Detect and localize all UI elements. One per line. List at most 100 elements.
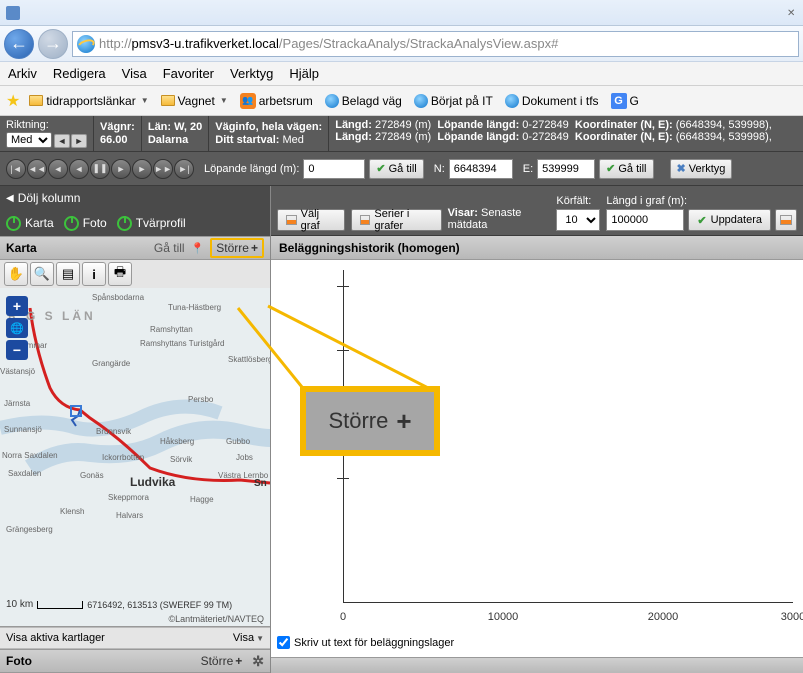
zoom-extent-button[interactable]: 🌐 <box>6 318 28 338</box>
map-view[interactable]: R G S LÄN Spånsbodarna Tuna-Hästberg Nyh… <box>0 288 270 627</box>
pause-button[interactable]: ❚❚ <box>90 159 110 179</box>
svg-text:Halvars: Halvars <box>116 511 143 520</box>
ga-till-lopande-button[interactable]: ✔Gå till <box>369 159 423 179</box>
foto-panel-header: Foto Större + ✲ <box>0 649 270 673</box>
window-icon <box>6 6 20 20</box>
print-tool-button[interactable]: 🖶 <box>108 262 132 286</box>
pan-tool-button[interactable]: ✋ <box>4 262 28 286</box>
info-tool-button[interactable]: i <box>82 262 106 286</box>
playback-bar: |◄ ◄◄ ◄ ◄ ❚❚ ► ► ►► ►| Löpande längd (m)… <box>0 152 803 186</box>
gear-icon[interactable]: ✲ <box>252 653 264 670</box>
chevron-down-icon: ▼ <box>220 96 228 105</box>
url-text: http://pmsv3-u.trafikverket.local/Pages/… <box>99 36 558 51</box>
toggle-foto[interactable]: Foto <box>64 216 107 231</box>
print-text-checkbox[interactable] <box>277 636 290 649</box>
rewind-button[interactable]: ◄ <box>48 159 68 179</box>
menu-redigera[interactable]: Redigera <box>53 66 106 81</box>
zoom-out-button[interactable]: − <box>6 340 28 360</box>
karta-storre-button[interactable]: Större + <box>210 238 264 258</box>
e-input[interactable] <box>537 159 595 179</box>
pin-icon[interactable]: 📍 <box>191 242 205 255</box>
vaginfo-label: Väginfo, hela vägen: <box>215 121 322 133</box>
riktning-select[interactable]: Med <box>6 132 52 148</box>
riktning-prev-button[interactable]: ◄ <box>54 134 70 148</box>
active-layers-row[interactable]: Visa aktiva kartlager Visa ▼ <box>0 627 270 649</box>
address-bar[interactable]: http://pmsv3-u.trafikverket.local/Pages/… <box>72 31 799 57</box>
play-button[interactable]: ► <box>111 159 131 179</box>
fav-dokument[interactable]: Dokument i tfs <box>502 92 602 110</box>
n-label: N: <box>434 163 445 175</box>
power-icon <box>6 216 21 231</box>
svg-text:Håksberg: Håksberg <box>160 437 194 446</box>
svg-text:Spånsbodarna: Spånsbodarna <box>92 293 145 302</box>
chevron-down-icon: ▼ <box>256 634 264 643</box>
chart-icon <box>286 215 297 225</box>
playback-controls: |◄ ◄◄ ◄ ◄ ❚❚ ► ► ►► ►| <box>6 159 194 179</box>
y-tick <box>337 350 349 351</box>
fav-google[interactable]: GG <box>608 91 642 111</box>
menu-hjalp[interactable]: Hjälp <box>289 66 319 81</box>
rewind-fast-button[interactable]: ◄◄ <box>27 159 47 179</box>
vagnr-label: Vägnr: <box>100 121 135 133</box>
forward-fast-button[interactable]: ►► <box>153 159 173 179</box>
fav-vagnet[interactable]: Vagnet▼ <box>158 92 231 110</box>
plus-icon: + <box>396 406 411 437</box>
svg-text:Saxdalen: Saxdalen <box>8 469 41 478</box>
menu-arkiv[interactable]: Arkiv <box>8 66 37 81</box>
korfalt-select[interactable]: 10 <box>556 209 600 231</box>
check-icon: ✔ <box>697 214 706 227</box>
skip-end-button[interactable]: ►| <box>174 159 194 179</box>
browser-tab-bar: ✕ <box>0 0 803 26</box>
tab-close-icon[interactable]: ✕ <box>787 8 797 18</box>
lopande-input[interactable] <box>303 159 365 179</box>
valj-graf-button[interactable]: Välj graf <box>277 209 345 231</box>
chart-area[interactable]: 0 10000 20000 3000 Skriv ut text för bel… <box>271 260 803 657</box>
tools-icon: ✖ <box>677 162 686 175</box>
skip-start-button[interactable]: |◄ <box>6 159 26 179</box>
svg-text:Ramshyttan: Ramshyttan <box>150 325 193 334</box>
app-info-bar: Riktning: Med ◄► Vägnr: 66.00 Län: W, 20… <box>0 116 803 152</box>
langd-graf-input[interactable] <box>606 209 684 231</box>
menu-verktyg[interactable]: Verktyg <box>230 66 273 81</box>
menu-visa[interactable]: Visa <box>122 66 147 81</box>
menu-favoriter[interactable]: Favoriter <box>163 66 214 81</box>
zoom-tool-button[interactable]: 🔍 <box>30 262 54 286</box>
svg-text:Västansjö: Västansjö <box>0 367 36 376</box>
vaginfo-cell: Väginfo, hela vägen: Ditt startval: Med <box>209 116 329 151</box>
forward-button[interactable]: → <box>38 29 68 59</box>
karta-gatill-button[interactable]: Gå till <box>154 241 185 255</box>
langd-graf-label: Längd i graf (m): <box>606 195 797 207</box>
riktning-next-button[interactable]: ► <box>71 134 87 148</box>
n-input[interactable] <box>449 159 513 179</box>
back-button[interactable]: ← <box>4 29 34 59</box>
x-tick-label: 3000 <box>781 611 803 623</box>
uppdatera-button[interactable]: ✔Uppdatera <box>688 209 771 231</box>
fav-belagd[interactable]: Belagd väg <box>322 92 405 110</box>
zoom-in-button[interactable]: + <box>6 296 28 316</box>
chart-header: Beläggningshistorik (homogen) <box>271 236 803 260</box>
fav-tidrapport[interactable]: tidrapportslänkar▼ <box>26 92 151 110</box>
play-back-button[interactable]: ◄ <box>69 159 89 179</box>
chevron-left-icon: ◀ <box>6 193 14 204</box>
fav-arbetsrum[interactable]: 👥arbetsrum <box>237 91 316 111</box>
folder-icon <box>29 95 43 106</box>
riktning-label: Riktning: <box>6 119 87 131</box>
toggle-tvarprofil[interactable]: Tvärprofil <box>117 216 186 231</box>
hide-column-row[interactable]: ◀ Dölj kolumn <box>0 186 270 210</box>
svg-text:Grängesberg: Grängesberg <box>6 525 53 534</box>
layers-tool-button[interactable]: ▤ <box>56 262 80 286</box>
callout-label: Större <box>328 408 388 434</box>
toggle-karta[interactable]: Karta <box>6 216 54 231</box>
verktyg-button[interactable]: ✖Verktyg <box>670 159 733 179</box>
foto-storre-button[interactable]: Större + <box>197 653 247 669</box>
forward-button[interactable]: ► <box>132 159 152 179</box>
ga-till-coord-button[interactable]: ✔Gå till <box>599 159 653 179</box>
fav-borjat[interactable]: Börjat på IT <box>411 92 496 110</box>
karta-panel-header: Karta Gå till 📍 Större + <box>0 236 270 260</box>
map-toolbar: ✋ 🔍 ▤ i 🖶 <box>0 260 270 288</box>
favorites-star-icon[interactable]: ★ <box>6 91 20 111</box>
favorites-bar: ★ tidrapportslänkar▼ Vagnet▼ 👥arbetsrum … <box>0 86 803 116</box>
lopande-label: Löpande längd (m): <box>204 163 299 175</box>
graph-options-button[interactable] <box>775 209 797 231</box>
serier-button[interactable]: Serier i grafer <box>351 209 442 231</box>
